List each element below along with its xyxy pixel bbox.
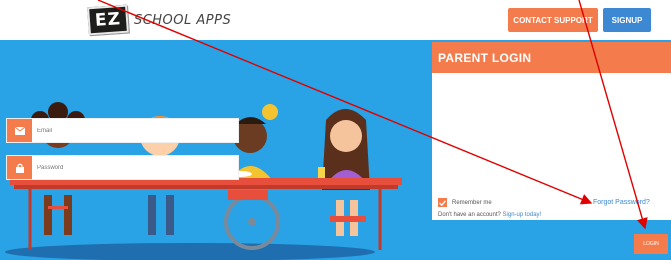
contact-support-button[interactable]: CONTACT SUPPORT <box>508 8 598 32</box>
parent-login-panel: PARENT LOGIN <box>432 42 671 220</box>
no-account-text: Don't have an account? Sign-up today! <box>438 212 541 218</box>
checkmark-icon[interactable] <box>438 198 447 207</box>
ez-school-apps-logo[interactable]: EZ SCHOOL APPS <box>87 4 232 36</box>
no-account-label: Don't have an account? <box>438 212 501 218</box>
envelope-icon <box>7 119 32 142</box>
lock-icon <box>7 156 32 179</box>
signup-button[interactable]: SIGNUP <box>603 8 651 32</box>
email-field[interactable] <box>6 118 239 143</box>
forgot-password-link[interactable]: Forgot Password? <box>593 199 650 206</box>
login-button[interactable]: LOGIN <box>634 234 668 254</box>
password-field[interactable] <box>6 155 239 180</box>
kids-at-table-illustration <box>5 102 402 260</box>
email-input[interactable] <box>37 122 232 139</box>
logo-text: SCHOOL APPS <box>133 12 232 28</box>
child-four <box>322 109 370 236</box>
signup-today-link[interactable]: Sign-up today! <box>503 212 542 218</box>
remember-label: Remember me <box>452 199 492 206</box>
top-header: EZ SCHOOL APPS CONTACT SUPPORT SIGNUP <box>0 0 671 40</box>
logo-mark: EZ <box>87 4 129 36</box>
remember-me[interactable]: Remember me <box>438 198 492 207</box>
password-input[interactable] <box>37 159 232 176</box>
panel-title: PARENT LOGIN <box>432 42 671 73</box>
